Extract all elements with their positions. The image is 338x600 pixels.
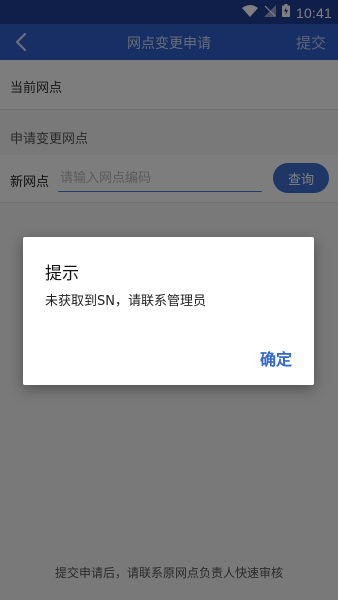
screen: 10:41 网点变更申请 提交 当前网点 申请变更网点 新网点 查询 提交申请后… bbox=[0, 0, 338, 600]
dialog-message: 未获取到SN，请联系管理员 bbox=[45, 294, 206, 309]
dialog-ok-button[interactable]: 确定 bbox=[260, 346, 292, 370]
alert-dialog: 提示 未获取到SN，请联系管理员 确定 bbox=[23, 237, 314, 385]
dialog-title: 提示 bbox=[45, 264, 79, 284]
